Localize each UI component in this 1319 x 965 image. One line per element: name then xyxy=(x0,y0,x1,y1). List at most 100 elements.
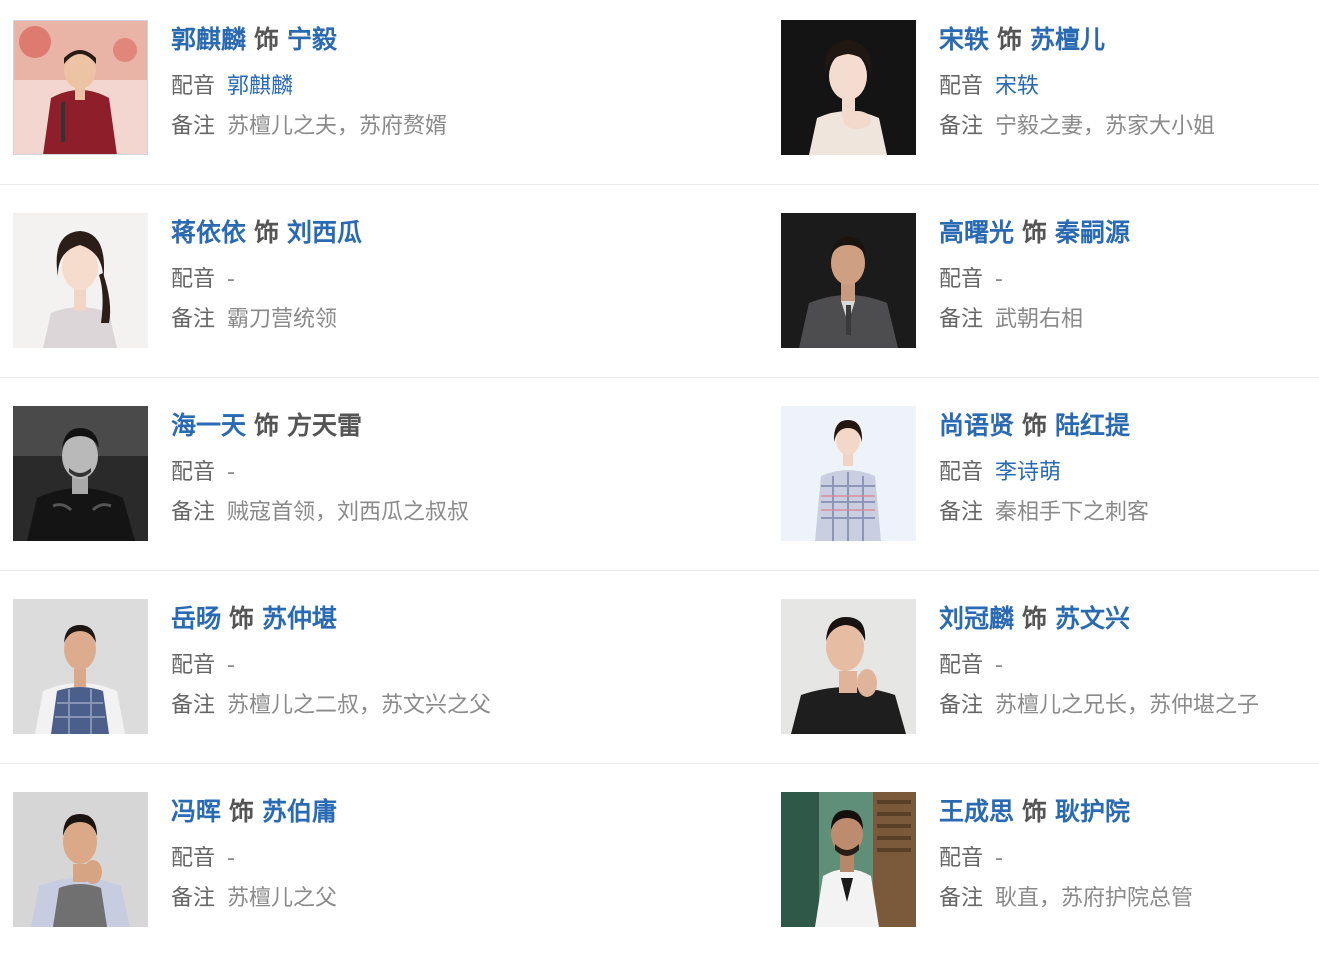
actor-name-link[interactable]: 郭麒麟 xyxy=(171,25,246,54)
portrait-plaid-vest-image xyxy=(13,599,148,734)
actor-photo[interactable] xyxy=(781,406,916,541)
dubbing-label: 配音 xyxy=(171,653,216,678)
note-line: 备注 苏檀儿之兄长，苏仲堪之子 xyxy=(939,691,1259,721)
cast-row: 郭麒麟饰宁毅 配音 郭麒麟 备注 苏檀儿之夫，苏府赘婿 宋轶饰苏檀儿 配音 宋轶… xyxy=(0,0,1319,193)
role-name-link[interactable]: 秦嗣源 xyxy=(1055,218,1130,247)
cast-row: 蒋依依饰刘西瓜 配音 - 备注 霸刀营统领 高曙光饰秦嗣源 配音 - 备注 武朝… xyxy=(0,193,1319,386)
as-label: 饰 xyxy=(997,25,1023,54)
portrait-black-sweater-image xyxy=(781,599,916,734)
dubbing-line: 配音 - xyxy=(939,265,1003,295)
note-value: 耿直，苏府护院总管 xyxy=(995,886,1194,911)
dubbing-value: - xyxy=(995,653,1003,678)
note-value: 武朝右相 xyxy=(995,307,1084,332)
portrait-red-gown-image xyxy=(13,20,148,155)
dubbing-line: 配音 李诗萌 xyxy=(939,458,1061,488)
dubbing-value: - xyxy=(227,653,235,678)
as-label: 饰 xyxy=(1022,218,1048,247)
as-label: 饰 xyxy=(1022,411,1048,440)
actor-photo[interactable] xyxy=(13,406,148,541)
note-value: 苏檀儿之兄长，苏仲堪之子 xyxy=(995,693,1260,718)
role-name-link[interactable]: 苏仲堪 xyxy=(262,604,337,633)
note-label: 备注 xyxy=(939,693,984,718)
note-value: 贼寇首领，刘西瓜之叔叔 xyxy=(227,500,470,525)
row-divider xyxy=(0,570,1319,571)
as-label: 饰 xyxy=(254,218,280,247)
note-line: 备注 耿直，苏府护院总管 xyxy=(939,884,1193,914)
note-line: 备注 武朝右相 xyxy=(939,305,1083,335)
cast-row: 海一天饰方天雷 配音 - 备注 贼寇首领，刘西瓜之叔叔 尚语贤饰 陆红提 配音 … xyxy=(0,386,1319,579)
dubbing-value-link[interactable]: 郭麒麟 xyxy=(227,74,293,99)
note-line: 备注 霸刀营统领 xyxy=(171,305,337,335)
as-label: 饰 xyxy=(229,604,255,633)
actor-name-link[interactable]: 宋轶 xyxy=(939,25,989,54)
role-name-link[interactable]: 刘西瓜 xyxy=(287,218,362,247)
dubbing-label: 配音 xyxy=(939,267,984,292)
role-name-link[interactable]: 宁毅 xyxy=(287,25,337,54)
dubbing-label: 配音 xyxy=(939,846,984,871)
role-name-link[interactable]: 陆红提 xyxy=(1055,411,1130,440)
cast-row: 冯晖饰苏伯庸 配音 - 备注 苏檀儿之父 王成思 饰 耿护院 配音 - 备注 耿… xyxy=(0,772,1319,965)
as-label: 饰 xyxy=(1022,604,1048,633)
role-name: 方天雷 xyxy=(287,411,363,440)
actor-name-link[interactable]: 海一天 xyxy=(171,411,246,440)
actor-name-link[interactable]: 高曙光 xyxy=(939,218,1014,247)
dubbing-value-link[interactable]: 宋轶 xyxy=(995,74,1039,99)
portrait-dark-studio-image xyxy=(781,20,916,155)
note-label: 备注 xyxy=(939,114,984,139)
dubbing-label: 配音 xyxy=(939,74,984,99)
note-value: 宁毅之妻，苏家大小姐 xyxy=(995,114,1216,139)
role-name-link[interactable]: 耿护院 xyxy=(1055,797,1130,826)
dubbing-line: 配音 宋轶 xyxy=(939,72,1039,102)
role-name-link[interactable]: 苏伯庸 xyxy=(262,797,337,826)
row-divider xyxy=(0,184,1319,185)
dubbing-value: - xyxy=(995,846,1003,871)
dubbing-line: 配音 - xyxy=(939,844,1003,874)
actor-photo[interactable] xyxy=(13,20,148,155)
role-name-link[interactable]: 苏文兴 xyxy=(1055,604,1130,633)
as-label: 饰 xyxy=(229,797,255,826)
dubbing-value: - xyxy=(995,267,1003,292)
cast-title: 海一天饰方天雷 xyxy=(171,409,362,443)
actor-photo[interactable] xyxy=(781,20,916,155)
portrait-bw-leather-image xyxy=(13,406,148,541)
note-label: 备注 xyxy=(171,307,216,332)
cast-title: 王成思饰耿护院 xyxy=(939,795,1130,829)
actor-name-link[interactable]: 刘冠麟 xyxy=(939,604,1014,633)
note-line: 备注 宁毅之妻，苏家大小姐 xyxy=(939,112,1215,142)
actor-name-link[interactable]: 王成思 xyxy=(939,797,1014,826)
actor-photo[interactable] xyxy=(781,599,916,734)
actor-photo[interactable] xyxy=(13,792,148,927)
actor-photo[interactable] xyxy=(13,599,148,734)
as-label: 饰 xyxy=(254,25,280,54)
cast-title: 冯晖饰苏伯庸 xyxy=(171,795,337,829)
actor-name-link[interactable]: 冯晖 xyxy=(171,797,221,826)
dubbing-label: 配音 xyxy=(171,267,216,292)
portrait-white-suit-image xyxy=(781,792,916,927)
dubbing-label: 配音 xyxy=(939,653,984,678)
note-value: 苏檀儿之父 xyxy=(227,886,338,911)
cast-title: 刘冠麟饰苏文兴 xyxy=(939,602,1130,636)
note-label: 备注 xyxy=(939,886,984,911)
actor-photo[interactable] xyxy=(13,213,148,348)
actor-photo[interactable] xyxy=(781,213,916,348)
note-label: 备注 xyxy=(171,886,216,911)
dubbing-label: 配音 xyxy=(171,460,216,485)
dubbing-value-link[interactable]: 李诗萌 xyxy=(995,460,1061,485)
note-value: 秦相手下之刺客 xyxy=(995,500,1150,525)
role-name-link[interactable]: 苏檀儿 xyxy=(1030,25,1105,54)
dubbing-line: 配音 - xyxy=(939,651,1003,681)
actor-name-link[interactable]: 岳旸 xyxy=(171,604,221,633)
dubbing-label: 配音 xyxy=(171,74,216,99)
note-value: 霸刀营统领 xyxy=(227,307,338,332)
actor-name-link[interactable]: 尚语贤 xyxy=(939,411,1014,440)
note-line: 备注 苏檀儿之二叔，苏文兴之父 xyxy=(171,691,491,721)
dubbing-label: 配音 xyxy=(171,846,216,871)
dubbing-line: 配音 - xyxy=(171,458,235,488)
actor-photo[interactable] xyxy=(781,792,916,927)
row-divider xyxy=(0,377,1319,378)
actor-name-link[interactable]: 蒋依依 xyxy=(171,218,246,247)
portrait-light-dress-image xyxy=(13,213,148,348)
dubbing-value: - xyxy=(227,460,235,485)
as-label: 饰 xyxy=(1022,797,1048,826)
note-label: 备注 xyxy=(939,500,984,525)
